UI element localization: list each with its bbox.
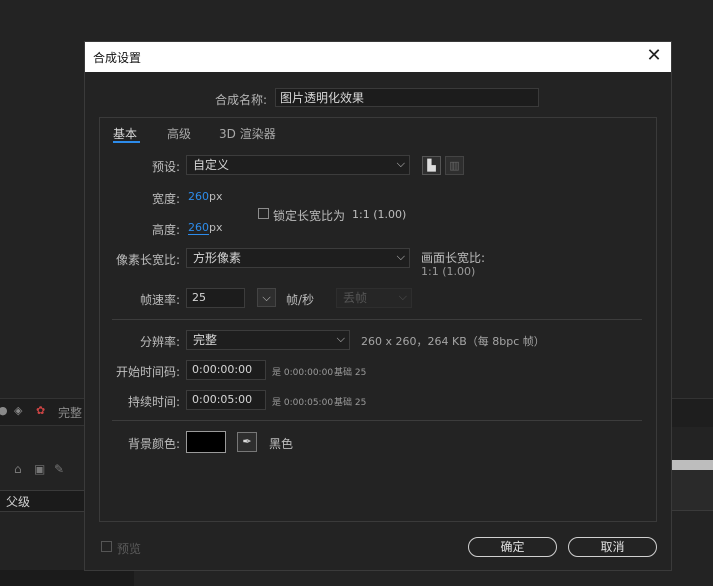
- background-right-panel: [672, 470, 713, 511]
- panel-label: 完整: [58, 406, 83, 420]
- height-value[interactable]: 260: [188, 221, 209, 235]
- solo-icon: ◈: [14, 404, 23, 417]
- resolution-select[interactable]: 完整 ⌵: [186, 330, 350, 350]
- background-right-strip: [672, 398, 713, 427]
- frame-rate-input[interactable]: 25: [186, 288, 245, 308]
- preset-label: 预设:: [151, 160, 180, 174]
- link-icon: ⌂: [14, 462, 22, 476]
- comp-name-input[interactable]: 图片透明化效果: [275, 88, 539, 107]
- width-value[interactable]: 260: [188, 190, 209, 203]
- width-unit: px: [209, 190, 223, 203]
- delete-preset-icon: ▥: [445, 156, 464, 175]
- pixel-aspect-value: 方形像素: [193, 251, 242, 265]
- divider: [112, 319, 642, 320]
- divider: [112, 420, 642, 421]
- clip-icon: ✎: [54, 462, 65, 476]
- height-unit: px: [209, 221, 223, 234]
- width-label: 宽度:: [151, 192, 180, 206]
- background-icon-row: ⌂ ▣ ✎: [14, 462, 84, 480]
- lock-icon: ●: [0, 404, 8, 417]
- tab-basic[interactable]: 基本: [113, 125, 137, 142]
- frame-aspect-label: 画面长宽比:: [421, 251, 486, 265]
- duration-base: 基础 25: [334, 398, 367, 408]
- duration-info: 是 0:00:05:00: [272, 398, 334, 408]
- background-toolbar: ● ◈ ✿ 完整: [0, 398, 84, 426]
- chevron-down-icon: ⌵: [398, 290, 407, 303]
- save-preset-icon[interactable]: ▙: [422, 156, 441, 175]
- bg-color-swatch[interactable]: [186, 431, 226, 453]
- pixel-aspect-label: 像素长宽比:: [115, 253, 180, 267]
- lock-aspect-checkbox[interactable]: [258, 208, 269, 219]
- preview-checkbox[interactable]: [101, 541, 112, 552]
- start-timecode-base: 基础 25: [334, 368, 367, 378]
- height-label: 高度:: [151, 223, 180, 237]
- tab-advanced[interactable]: 高级: [167, 125, 191, 142]
- comp-name-label: 合成名称:: [215, 93, 268, 107]
- color-icon: ✿: [36, 404, 46, 417]
- dialog-titlebar: 合成设置 ✕: [85, 42, 671, 72]
- ok-button[interactable]: 确定: [468, 537, 557, 557]
- chevron-down-icon: ⌵: [396, 157, 405, 170]
- frame-rate-dropdown-icon[interactable]: ⌵: [257, 288, 276, 307]
- bg-color-name: 黑色: [269, 437, 294, 451]
- background-bottom-panel: [0, 570, 134, 586]
- frame-rate-unit: 帧/秒: [286, 293, 315, 307]
- start-timecode-info: 是 0:00:00:00: [272, 368, 334, 378]
- composition-settings-dialog: 合成设置 ✕ 合成名称: 图片透明化效果 基本 高级 3D 渲染器 预设: 自定…: [84, 41, 672, 571]
- parent-header: 父级: [6, 495, 31, 509]
- frame-aspect-value: 1:1 (1.00): [421, 265, 476, 278]
- close-icon[interactable]: ✕: [643, 45, 665, 67]
- chevron-down-icon: ⌵: [336, 332, 345, 345]
- preset-select[interactable]: 自定义 ⌵: [186, 155, 410, 175]
- lock-aspect-ratio: 1:1 (1.00): [352, 208, 407, 221]
- drop-frame-select: 丢帧 ⌵: [336, 288, 412, 308]
- pixel-aspect-select[interactable]: 方形像素 ⌵: [186, 248, 410, 268]
- layer-column-header: 父级: [0, 490, 84, 512]
- lock-aspect-label: 锁定长宽比为: [273, 209, 346, 223]
- resolution-info: 260 x 260，264 KB（每 8bpc 帧）: [361, 335, 545, 348]
- background-timeline-bar: [672, 460, 713, 470]
- tab-3d-renderer[interactable]: 3D 渲染器: [219, 125, 276, 142]
- duration-label: 持续时间:: [127, 395, 180, 409]
- chevron-down-icon: ⌵: [396, 250, 405, 263]
- duration-input[interactable]: 0:00:05:00: [186, 390, 266, 410]
- cancel-button[interactable]: 取消: [568, 537, 657, 557]
- drop-frame-value: 丢帧: [343, 291, 368, 305]
- settings-panel: 基本 高级 3D 渲染器 预设: 自定义 ⌵ ▙ ▥ 宽度: 260 px 锁定…: [99, 117, 657, 522]
- resolution-value: 完整: [193, 333, 218, 347]
- eyedropper-icon[interactable]: ✒: [237, 432, 257, 452]
- frame-rate-label: 帧速率:: [139, 293, 180, 307]
- copy-icon: ▣: [34, 462, 46, 476]
- resolution-label: 分辨率:: [139, 335, 180, 349]
- preset-value: 自定义: [193, 158, 230, 172]
- active-tab-underline: [113, 141, 140, 143]
- bg-color-label: 背景颜色:: [127, 437, 180, 451]
- dialog-title: 合成设置: [93, 51, 142, 65]
- preview-label: 预览: [117, 542, 142, 556]
- start-timecode-label: 开始时间码:: [115, 365, 180, 379]
- start-timecode-input[interactable]: 0:00:00:00: [186, 360, 266, 380]
